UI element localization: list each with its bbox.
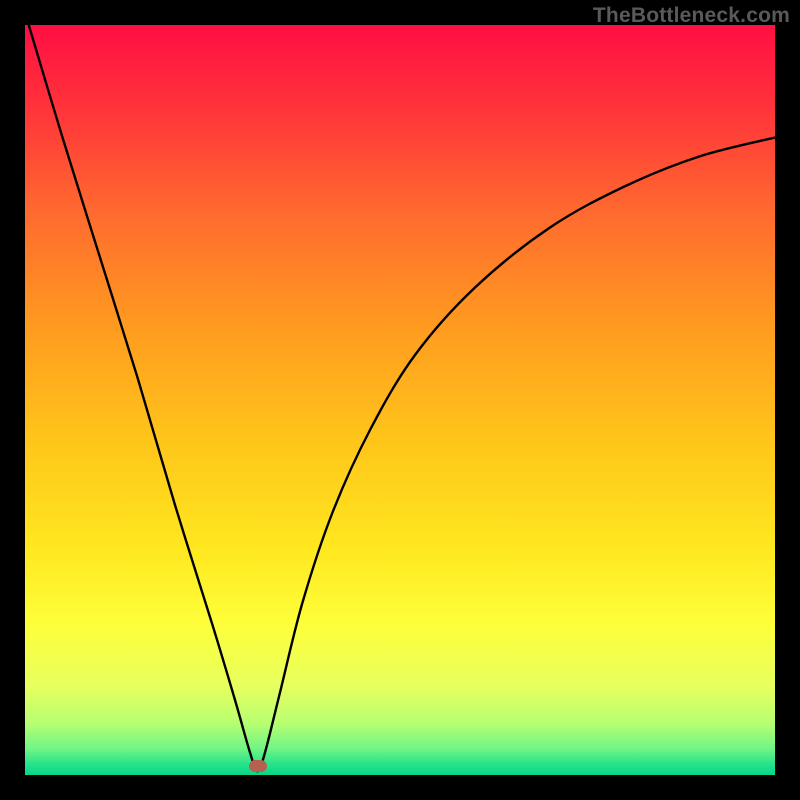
bottleneck-curve <box>25 25 775 775</box>
watermark-text: TheBottleneck.com <box>593 4 790 28</box>
plot-area <box>25 25 775 775</box>
chart-frame: TheBottleneck.com <box>0 0 800 800</box>
minimum-marker <box>249 760 267 772</box>
